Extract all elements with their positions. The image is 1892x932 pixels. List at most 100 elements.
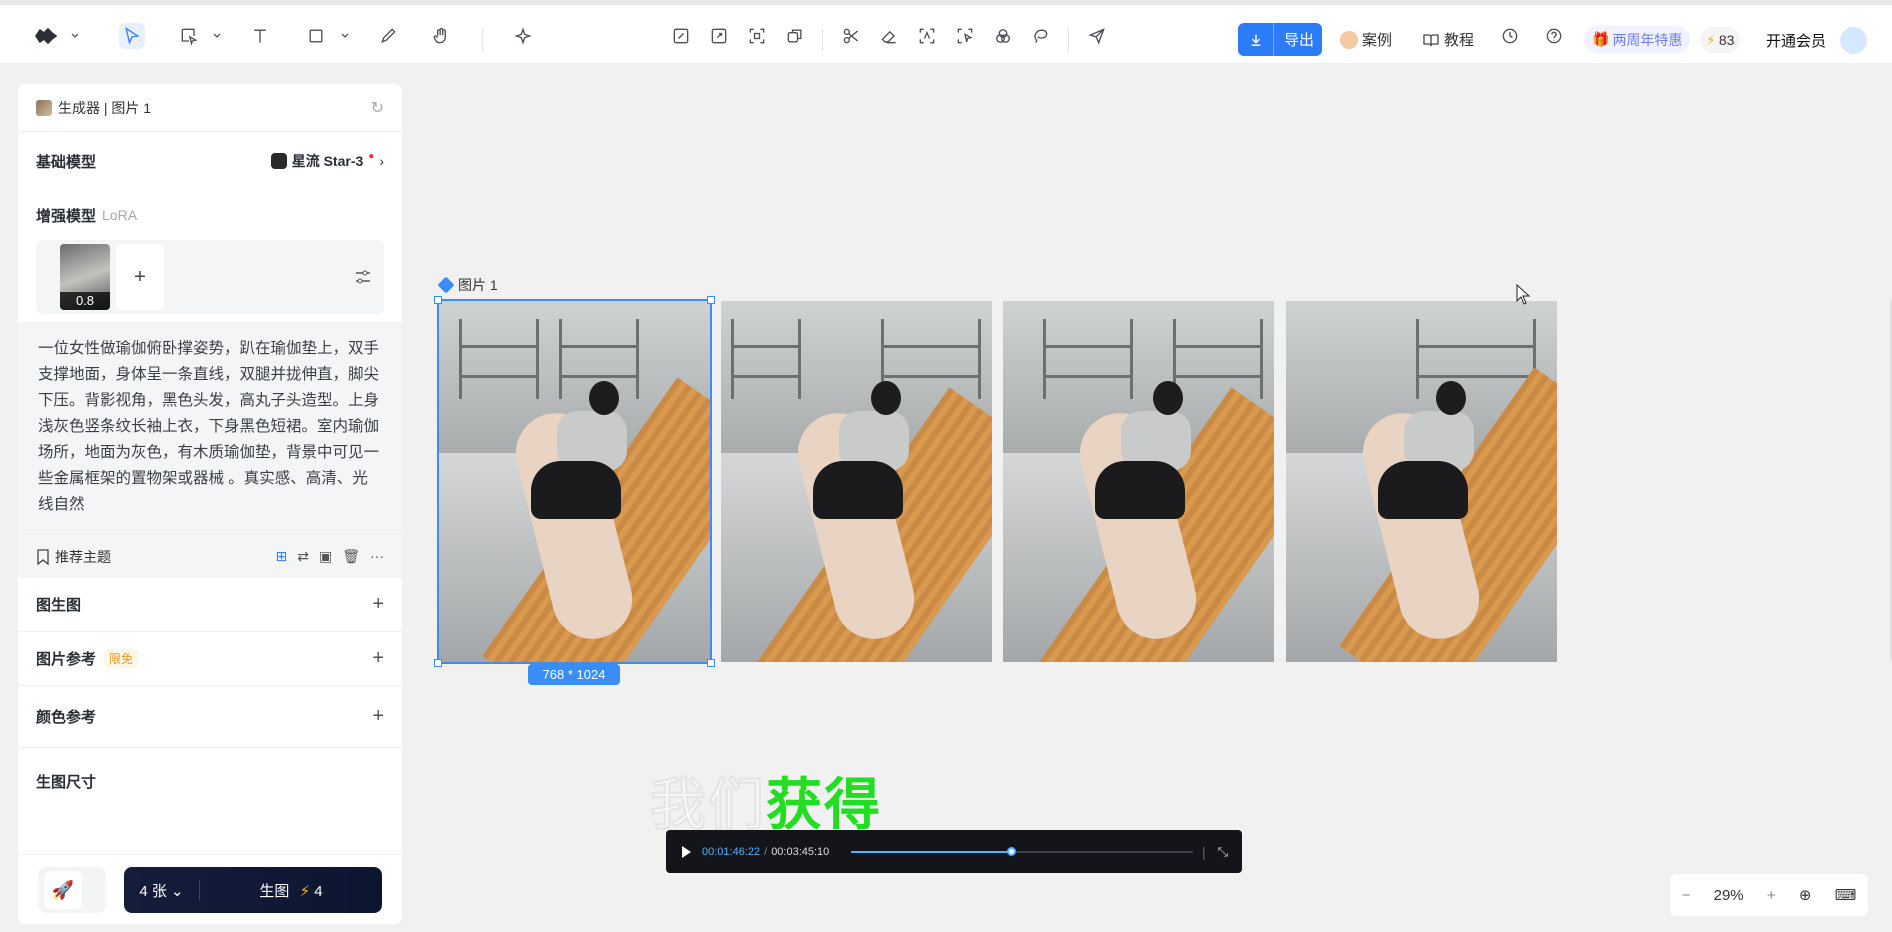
generated-image-3[interactable] xyxy=(1003,301,1274,662)
expand-image-icon[interactable] xyxy=(706,23,732,49)
generated-image-2[interactable] xyxy=(721,301,992,662)
model-icon xyxy=(270,153,287,169)
image-reference-label: 图片参考 xyxy=(36,651,97,668)
divider: | xyxy=(1201,843,1206,860)
img2img-section[interactable]: 图生图 + xyxy=(18,578,402,632)
hand-tool-icon[interactable] xyxy=(428,23,454,49)
keyboard-icon[interactable]: ⌨ xyxy=(1835,886,1857,904)
pen-tool-icon[interactable] xyxy=(375,23,401,49)
lora-thumbnail[interactable]: 0.8 xyxy=(60,244,110,310)
gift-icon: 🎁 xyxy=(1592,31,1610,47)
generated-image-4[interactable] xyxy=(1286,301,1557,662)
play-icon[interactable] xyxy=(680,845,692,859)
sliders-icon[interactable] xyxy=(354,268,372,286)
export-button[interactable]: 导出 xyxy=(1238,23,1322,56)
current-time: 00:01:46:22 xyxy=(702,845,761,858)
chevron-down-icon: ⌄ xyxy=(171,882,184,900)
cutout-icon[interactable] xyxy=(952,23,978,49)
translate-icon[interactable]: ⇄ xyxy=(297,548,309,565)
chevron-down-icon[interactable] xyxy=(71,32,79,40)
credits-count: 83 xyxy=(1718,32,1735,48)
progress-fill xyxy=(851,850,1013,853)
panel-header: 生成器 | 图片 1 ↻ xyxy=(18,84,402,132)
zoom-in-button[interactable]: + xyxy=(1767,887,1776,904)
image-reference-section[interactable]: 图片参考 限免 + xyxy=(18,632,402,686)
add-lora-button[interactable]: + xyxy=(116,244,164,310)
select-tool-icon[interactable] xyxy=(119,23,145,49)
enhance-model-row: 增强模型 LoRA xyxy=(18,190,402,240)
plus-icon[interactable]: + xyxy=(372,647,384,670)
collapse-icon[interactable]: ⤡ xyxy=(1218,844,1228,860)
rocket-icon: 🚀 xyxy=(44,871,82,909)
rectangle-tool-icon[interactable] xyxy=(303,23,329,49)
divider xyxy=(1068,29,1069,51)
lightning-icon: ⚡ xyxy=(1706,31,1716,48)
variation-icon[interactable] xyxy=(782,23,808,49)
lora-box: 0.8 + xyxy=(36,240,384,314)
eraser-icon[interactable] xyxy=(876,23,902,49)
subtitle-green-text: 获得 xyxy=(766,773,882,838)
recommend-theme-button[interactable]: 推荐主题 xyxy=(36,547,111,567)
send-icon[interactable] xyxy=(1084,23,1110,49)
resize-handle[interactable] xyxy=(434,659,442,667)
locate-icon[interactable]: ⊕ xyxy=(1799,886,1812,904)
tutorial-link[interactable]: 教程 xyxy=(1422,29,1474,50)
more-icon[interactable]: ··· xyxy=(370,548,384,565)
text-tool-icon[interactable] xyxy=(247,23,273,49)
frame-tool-icon[interactable] xyxy=(176,23,202,49)
base-model-row[interactable]: 基础模型 星流 Star-3 ● › xyxy=(18,132,402,190)
trash-icon[interactable]: 🗑 xyxy=(342,548,360,565)
text-recognize-icon[interactable] xyxy=(914,23,940,49)
plus-icon[interactable]: + xyxy=(372,593,384,616)
video-subtitle: 我们获得 xyxy=(650,760,882,841)
blend-icon[interactable] xyxy=(990,23,1016,49)
image-count-select[interactable]: 4 张 ⌄ xyxy=(124,879,200,901)
refresh-icon[interactable]: ↻ xyxy=(371,98,384,118)
edit-image-icon[interactable] xyxy=(668,23,694,49)
prompt-textarea[interactable]: 一位女性做瑜伽俯卧撑姿势，趴在瑜伽垫上，双手支撑地面，身体呈一条直线，双腿并拢伸… xyxy=(18,322,402,534)
panel-title: 生成器 | 图片 1 xyxy=(58,99,152,116)
video-player-bar: 00:01:46:22 / 00:03:45:10 | ⤡ xyxy=(666,830,1242,873)
generate-action[interactable]: 生图 ⚡ 4 xyxy=(200,880,382,901)
resize-handle[interactable] xyxy=(707,296,715,304)
download-icon xyxy=(1238,23,1274,56)
color-reference-section[interactable]: 颜色参考 + xyxy=(18,686,402,748)
upscale-icon[interactable] xyxy=(744,23,770,49)
generate-label: 生图 xyxy=(259,882,290,900)
plus-icon[interactable]: + xyxy=(372,705,384,728)
mouse-cursor-icon xyxy=(1516,284,1531,305)
zoom-level: 29% xyxy=(1713,886,1744,904)
export-label: 导出 xyxy=(1284,32,1315,49)
dimension-badge: 768 * 1024 xyxy=(528,664,620,685)
zoom-out-button[interactable]: − xyxy=(1682,887,1691,904)
help-icon[interactable] xyxy=(1541,23,1567,49)
resize-handle[interactable] xyxy=(434,296,442,304)
boost-button[interactable]: 🚀 xyxy=(38,867,106,913)
recommend-label: 推荐主题 xyxy=(55,548,111,565)
anniversary-promo-button[interactable]: 🎁 两周年特惠 xyxy=(1584,26,1691,53)
top-toolbar: 导出 案例 教程 🎁 两周年特惠 ⚡ 83 开通会员 xyxy=(0,0,1892,63)
history-icon[interactable] xyxy=(1497,23,1523,49)
resize-handle[interactable] xyxy=(707,659,715,667)
credits-badge[interactable]: ⚡ 83 xyxy=(1700,27,1741,53)
chevron-down-icon[interactable] xyxy=(213,32,221,40)
image-group-label[interactable]: 图片 1 xyxy=(437,275,498,295)
member-button[interactable]: 开通会员 xyxy=(1758,26,1834,54)
add-prompt-icon[interactable]: ⊞ xyxy=(276,548,288,565)
magic-tool-icon[interactable] xyxy=(510,23,536,49)
avatar[interactable] xyxy=(1840,27,1867,54)
progress-track[interactable] xyxy=(851,846,1194,856)
img2img-label: 图生图 xyxy=(36,597,82,614)
app-logo-icon[interactable] xyxy=(28,23,64,49)
group-icon xyxy=(437,276,455,294)
lasso-icon[interactable] xyxy=(1028,23,1054,49)
chevron-down-icon[interactable] xyxy=(341,32,349,40)
zoom-control: − 29% + ⊕ ⌨ xyxy=(1670,874,1868,916)
generate-button[interactable]: 4 张 ⌄ 生图 ⚡ 4 xyxy=(124,867,382,913)
divider xyxy=(482,29,483,51)
chevron-right-icon: › xyxy=(379,153,384,169)
progress-knob[interactable] xyxy=(1007,846,1017,856)
save-prompt-icon[interactable]: ▣ xyxy=(319,548,332,565)
cases-link[interactable]: 案例 xyxy=(1340,29,1392,50)
scissors-icon[interactable] xyxy=(838,23,864,49)
